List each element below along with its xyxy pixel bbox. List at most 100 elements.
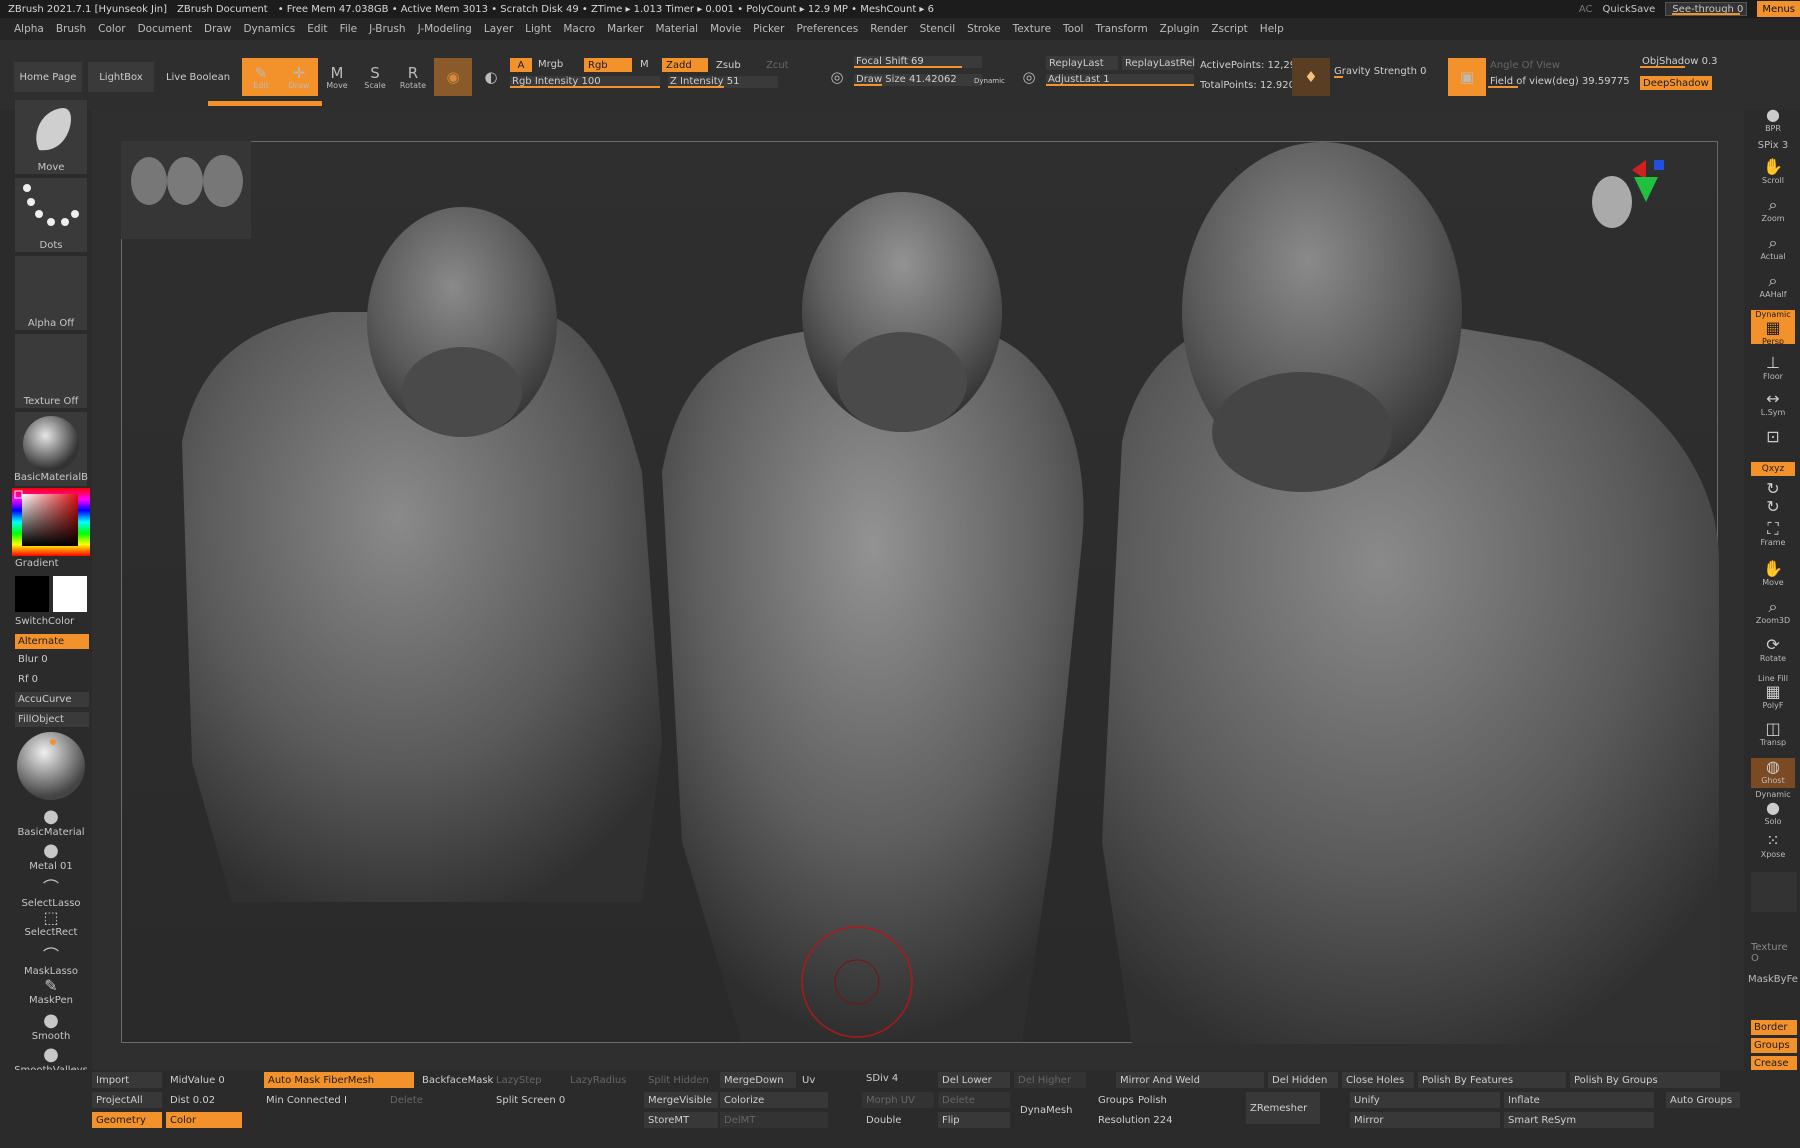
xyz-toggle[interactable]: Qxyz	[1751, 462, 1795, 476]
field-of-view-slider[interactable]: Field of view(deg) 39.59775	[1488, 76, 1636, 88]
flip-button[interactable]: Flip	[938, 1112, 1010, 1128]
transp-button[interactable]: ◫ Transp	[1751, 720, 1795, 748]
menu-tool[interactable]: Tool	[1063, 23, 1083, 35]
alternate-button[interactable]: Alternate	[15, 634, 89, 649]
polish-toggle[interactable]: Polish	[1134, 1092, 1174, 1108]
menu-zscript[interactable]: Zscript	[1211, 23, 1247, 35]
rotate-axis-z-button[interactable]: ↻	[1751, 498, 1795, 516]
gravity-brush-icon-button[interactable]: ♦	[1292, 58, 1330, 96]
menu-stroke[interactable]: Stroke	[967, 23, 1000, 35]
close-holes-button[interactable]: Close Holes	[1342, 1072, 1414, 1088]
delete-button[interactable]: Delete	[938, 1092, 1010, 1108]
switch-color-button[interactable]: SwitchColor	[12, 616, 90, 627]
menu-edit[interactable]: Edit	[307, 23, 327, 35]
uv-button[interactable]: Uv	[798, 1072, 828, 1088]
lightbox-button[interactable]: LightBox	[88, 62, 154, 92]
xpose-button[interactable]: ⁙ Xpose	[1751, 832, 1795, 860]
menu-j-modeling[interactable]: J-Modeling	[418, 23, 472, 35]
replay-last-rel-button[interactable]: ReplayLastRel	[1122, 56, 1195, 70]
deep-shadow-button[interactable]: DeepShadow	[1640, 76, 1712, 90]
import-button[interactable]: Import	[92, 1072, 162, 1088]
zcut-button[interactable]: Zcut	[766, 60, 789, 71]
delete-subtool-button[interactable]: Delete	[386, 1092, 456, 1108]
auto-mask-fibermesh-button[interactable]: Auto Mask FiberMesh	[264, 1072, 414, 1088]
menu-draw[interactable]: Draw	[204, 23, 231, 35]
gravity-strength-slider[interactable]: Gravity Strength 0	[1334, 66, 1444, 78]
split-screen-slider[interactable]: Split Screen 0	[492, 1092, 568, 1108]
del-higher-button[interactable]: Del Higher	[1014, 1072, 1086, 1088]
color-subpalette-button[interactable]: Color	[166, 1112, 242, 1128]
focal-shift-slider[interactable]: Focal Shift 69	[854, 56, 982, 68]
z-intensity-slider[interactable]: Z Intensity 51	[668, 76, 778, 88]
del-hidden-button[interactable]: Del Hidden	[1268, 1072, 1338, 1088]
edit-mode-button[interactable]: ✎ Edit	[242, 58, 280, 96]
a-button[interactable]: A	[510, 58, 532, 72]
dist-slider[interactable]: Dist 0.02	[166, 1092, 236, 1108]
zoom3d-button[interactable]: ⌕ Zoom3D	[1751, 598, 1795, 626]
resolution-slider[interactable]: Resolution 224	[1094, 1112, 1234, 1128]
dynamic-toggle[interactable]: Dynamic	[974, 77, 1005, 85]
menu-color[interactable]: Color	[98, 23, 125, 35]
merge-visible-button[interactable]: MergeVisible	[644, 1092, 718, 1108]
menu-macro[interactable]: Macro	[563, 23, 595, 35]
lock-button[interactable]: ⊡	[1751, 428, 1795, 446]
see-through-slider[interactable]: See-through 0	[1665, 2, 1748, 16]
quicksave-button[interactable]: QuickSave	[1603, 4, 1656, 15]
polish-by-features-button[interactable]: Polish By Features	[1418, 1072, 1566, 1088]
menu-render[interactable]: Render	[870, 23, 907, 35]
rotate-view-button[interactable]: ⟳ Rotate	[1751, 636, 1795, 664]
draw-mode-button[interactable]: ✛ Draw	[280, 58, 318, 96]
menu-layer[interactable]: Layer	[484, 23, 513, 35]
primary-color-swatch[interactable]	[53, 576, 87, 612]
maskbyfeature-button[interactable]: MaskByFe	[1748, 974, 1798, 985]
document-viewport[interactable]	[121, 141, 1719, 1044]
menu-j-brush[interactable]: J-Brush	[369, 23, 405, 35]
store-mt-button[interactable]: StoreMT	[644, 1112, 718, 1128]
menu-movie[interactable]: Movie	[710, 23, 741, 35]
zsub-button[interactable]: Zsub	[716, 60, 741, 71]
scale-mode-button[interactable]: S Scale	[356, 58, 394, 96]
zremesher-button[interactable]: ZRemesher	[1246, 1092, 1320, 1124]
m-button[interactable]: M	[640, 59, 649, 70]
solo-button[interactable]: Dynamic ● Solo	[1751, 790, 1795, 826]
zadd-button[interactable]: Zadd	[662, 58, 708, 72]
aahalf-button[interactable]: ⌕ AAHalf	[1751, 272, 1795, 300]
floor-button[interactable]: ⊥ Floor	[1751, 354, 1795, 382]
frame-button[interactable]: ⛶ Frame	[1751, 520, 1795, 548]
ghost-button[interactable]: ◍ Ghost	[1751, 758, 1795, 788]
sdiv-slider[interactable]: SDiv 4	[862, 1070, 934, 1086]
menu-picker[interactable]: Picker	[753, 23, 784, 35]
tool-metal[interactable]: ● Metal 01	[12, 840, 90, 872]
smart-resym-button[interactable]: Smart ReSym	[1504, 1112, 1654, 1128]
actual-button[interactable]: ⌕ Actual	[1751, 234, 1795, 262]
zoom-button[interactable]: ⌕ Zoom	[1751, 196, 1795, 224]
min-connected-slider[interactable]: Min Connected I	[262, 1092, 347, 1108]
morph-uv-button[interactable]: Morph UV	[862, 1092, 934, 1108]
lazystep-slider[interactable]: LazyStep	[492, 1072, 562, 1088]
border-button[interactable]: Border	[1751, 1020, 1797, 1035]
spotlight-s-button[interactable]: ◎	[818, 58, 856, 96]
menu-stencil[interactable]: Stencil	[920, 23, 956, 35]
groups-button[interactable]: Groups	[1751, 1038, 1797, 1053]
persp-button[interactable]: Dynamic ▦ Persp	[1751, 310, 1795, 346]
double-button[interactable]: Double	[862, 1112, 934, 1128]
draw-size-slider[interactable]: Draw Size 41.42062	[854, 74, 982, 86]
project-all-button[interactable]: ProjectAll	[92, 1092, 162, 1108]
rotate-mode-button[interactable]: R Rotate	[394, 58, 432, 96]
fillobject-button[interactable]: FillObject	[15, 712, 89, 727]
merge-down-button[interactable]: MergeDown	[720, 1072, 796, 1088]
del-lower-button[interactable]: Del Lower	[938, 1072, 1010, 1088]
colorize-button[interactable]: Colorize	[720, 1092, 828, 1108]
orientation-gizmo[interactable]	[1592, 160, 1664, 228]
tool-masklasso[interactable]: ⌒ MaskLasso	[12, 942, 90, 977]
rgb-button[interactable]: Rgb	[584, 58, 632, 72]
menu-material[interactable]: Material	[655, 23, 698, 35]
spix-slider[interactable]: SPix 3	[1751, 140, 1795, 151]
rf-slider[interactable]: Rf 0	[15, 672, 89, 687]
polish-by-groups-button[interactable]: Polish By Groups	[1570, 1072, 1720, 1088]
objshadow-slider[interactable]: ObjShadow 0.3	[1640, 56, 1790, 68]
unify-button[interactable]: Unify	[1350, 1092, 1500, 1108]
groups-toggle[interactable]: Groups	[1094, 1092, 1134, 1108]
blur-slider[interactable]: Blur 0	[15, 652, 89, 667]
rgb-intensity-slider[interactable]: Rgb Intensity 100	[510, 76, 660, 88]
